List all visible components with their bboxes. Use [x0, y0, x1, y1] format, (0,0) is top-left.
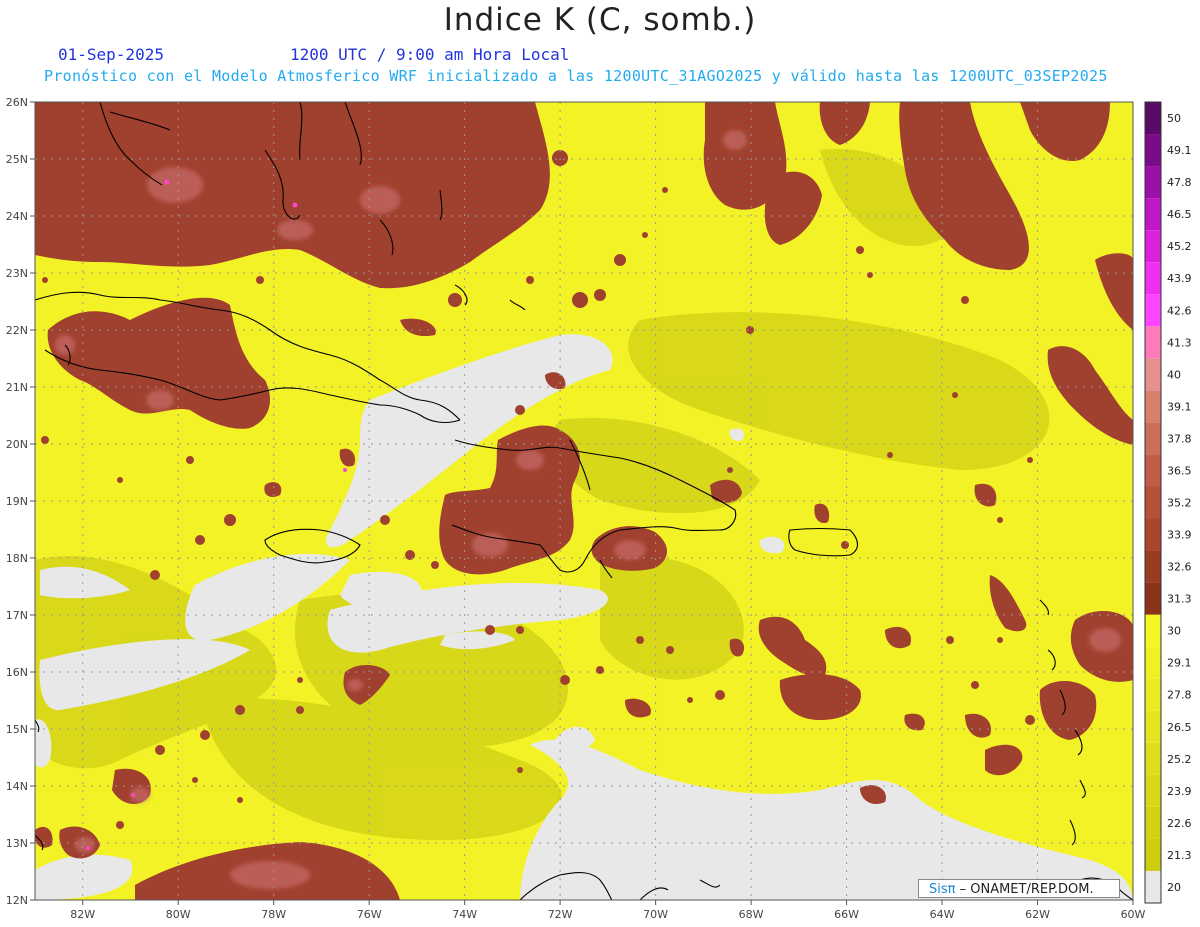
colorbar-label: 42.6 [1167, 304, 1192, 317]
lon-tick-label: 74W [452, 908, 477, 921]
colorbar-segment [1145, 870, 1161, 903]
colorbar-label: 27.8 [1167, 689, 1192, 702]
colorbar-segment [1145, 230, 1161, 263]
colorbar-segment [1145, 358, 1161, 391]
colorbar-label: 49.1 [1167, 144, 1192, 157]
lat-tick-label: 16N [6, 666, 28, 679]
colorbar-label: 45.2 [1167, 240, 1192, 253]
colorbar-segment [1145, 102, 1161, 135]
colorbar-segment [1145, 646, 1161, 679]
colorbar-segment [1145, 742, 1161, 775]
lat-tick-label: 23N [6, 267, 28, 280]
colorbar-segment [1145, 294, 1161, 327]
lon-tick-label: 82W [70, 908, 95, 921]
sis-logo-text: Sisπ [929, 882, 956, 897]
lat-tick-label: 22N [6, 324, 28, 337]
lat-tick-label: 26N [6, 96, 28, 109]
colorbar-label: 50 [1167, 112, 1181, 125]
colorbar-label: 31.3 [1167, 593, 1192, 606]
lon-tick-label: 64W [930, 908, 955, 921]
lon-tick-label: 66W [834, 908, 859, 921]
colorbar-label: 43.9 [1167, 272, 1192, 285]
colorbar-segment [1145, 678, 1161, 711]
lon-tick-label: 68W [739, 908, 764, 921]
colorbar-segment [1145, 806, 1161, 839]
colorbar-label: 29.1 [1167, 657, 1192, 670]
colorbar-label: 36.5 [1167, 464, 1192, 477]
colorbar-segment [1145, 614, 1161, 647]
lon-tick-label: 70W [643, 908, 668, 921]
lat-tick-label: 12N [6, 894, 28, 907]
lon-tick-label: 78W [261, 908, 286, 921]
colorbar-segment [1145, 422, 1161, 455]
colorbar-segment [1145, 166, 1161, 199]
lon-tick-label: 72W [548, 908, 573, 921]
k-index-field [35, 102, 1133, 900]
colorbar-label: 46.5 [1167, 208, 1192, 221]
colorbar-label: 47.8 [1167, 176, 1192, 189]
lat-tick-label: 17N [6, 609, 28, 622]
colorbar-segment [1145, 582, 1161, 615]
colorbar-segment [1145, 710, 1161, 743]
lat-tick-label: 15N [6, 723, 28, 736]
colorbar-segment [1145, 262, 1161, 295]
colorbar-segment [1145, 774, 1161, 807]
lat-tick-label: 20N [6, 438, 28, 451]
lon-tick-label: 80W [166, 908, 191, 921]
colorbar-label: 40 [1167, 368, 1181, 381]
colorbar-segment [1145, 326, 1161, 359]
colorbar-label: 33.9 [1167, 529, 1192, 542]
lat-tick-label: 24N [6, 210, 28, 223]
lat-tick-label: 21N [6, 381, 28, 394]
lat-tick-label: 14N [6, 780, 28, 793]
colorbar-label: 30 [1167, 625, 1181, 638]
colorbar-label: 26.5 [1167, 721, 1192, 734]
colorbar-segment [1145, 390, 1161, 423]
colorbar-segment [1145, 486, 1161, 519]
colorbar: 20 21.3 22.6 23.9 25.2 26.5 27.8 29.1 30 31.3 32.6… [1144, 101, 1192, 904]
colorbar-segment [1145, 518, 1161, 551]
colorbar-label: 25.2 [1167, 753, 1192, 766]
colorbar-label: 32.6 [1167, 561, 1192, 574]
lon-tick-label: 62W [1025, 908, 1050, 921]
lat-tick-label: 25N [6, 153, 28, 166]
k-index-map: 82W 80W 78W 76W 74W 72W 70W 68W 66W 64W 62W 60W 12N… [6, 96, 1192, 921]
lat-tick-label: 13N [6, 837, 28, 850]
colorbar-label: 21.3 [1167, 849, 1192, 862]
lon-tick-label: 60W [1121, 908, 1146, 921]
colorbar-segment [1145, 134, 1161, 167]
colorbar-segment [1145, 454, 1161, 487]
colorbar-label: 22.6 [1167, 817, 1192, 830]
lat-tick-label: 18N [6, 552, 28, 565]
colorbar-segment [1145, 198, 1161, 231]
colorbar-label: 37.8 [1167, 432, 1192, 445]
colorbar-label: 41.3 [1167, 336, 1192, 349]
longitude-axis: 82W 80W 78W 76W 74W 72W 70W 68W 66W 64W 62W 60W [70, 900, 1146, 921]
colorbar-label: 35.2 [1167, 497, 1192, 510]
lon-tick-label: 76W [357, 908, 382, 921]
colorbar-label: 39.1 [1167, 400, 1192, 413]
colorbar-label: 23.9 [1167, 785, 1192, 798]
credit-box: Sisπ – ONAMET/REP.DOM. [918, 879, 1120, 898]
colorbar-segment [1145, 838, 1161, 871]
colorbar-label: 20 [1167, 881, 1181, 894]
latitude-axis: 12N 13N 14N 15N 16N 17N 18N 19N 20N 21N 22N 23N 24N 2… [6, 96, 35, 907]
credit-text: – ONAMET/REP.DOM. [955, 882, 1094, 897]
colorbar-segment [1145, 550, 1161, 583]
lat-tick-label: 19N [6, 495, 28, 508]
